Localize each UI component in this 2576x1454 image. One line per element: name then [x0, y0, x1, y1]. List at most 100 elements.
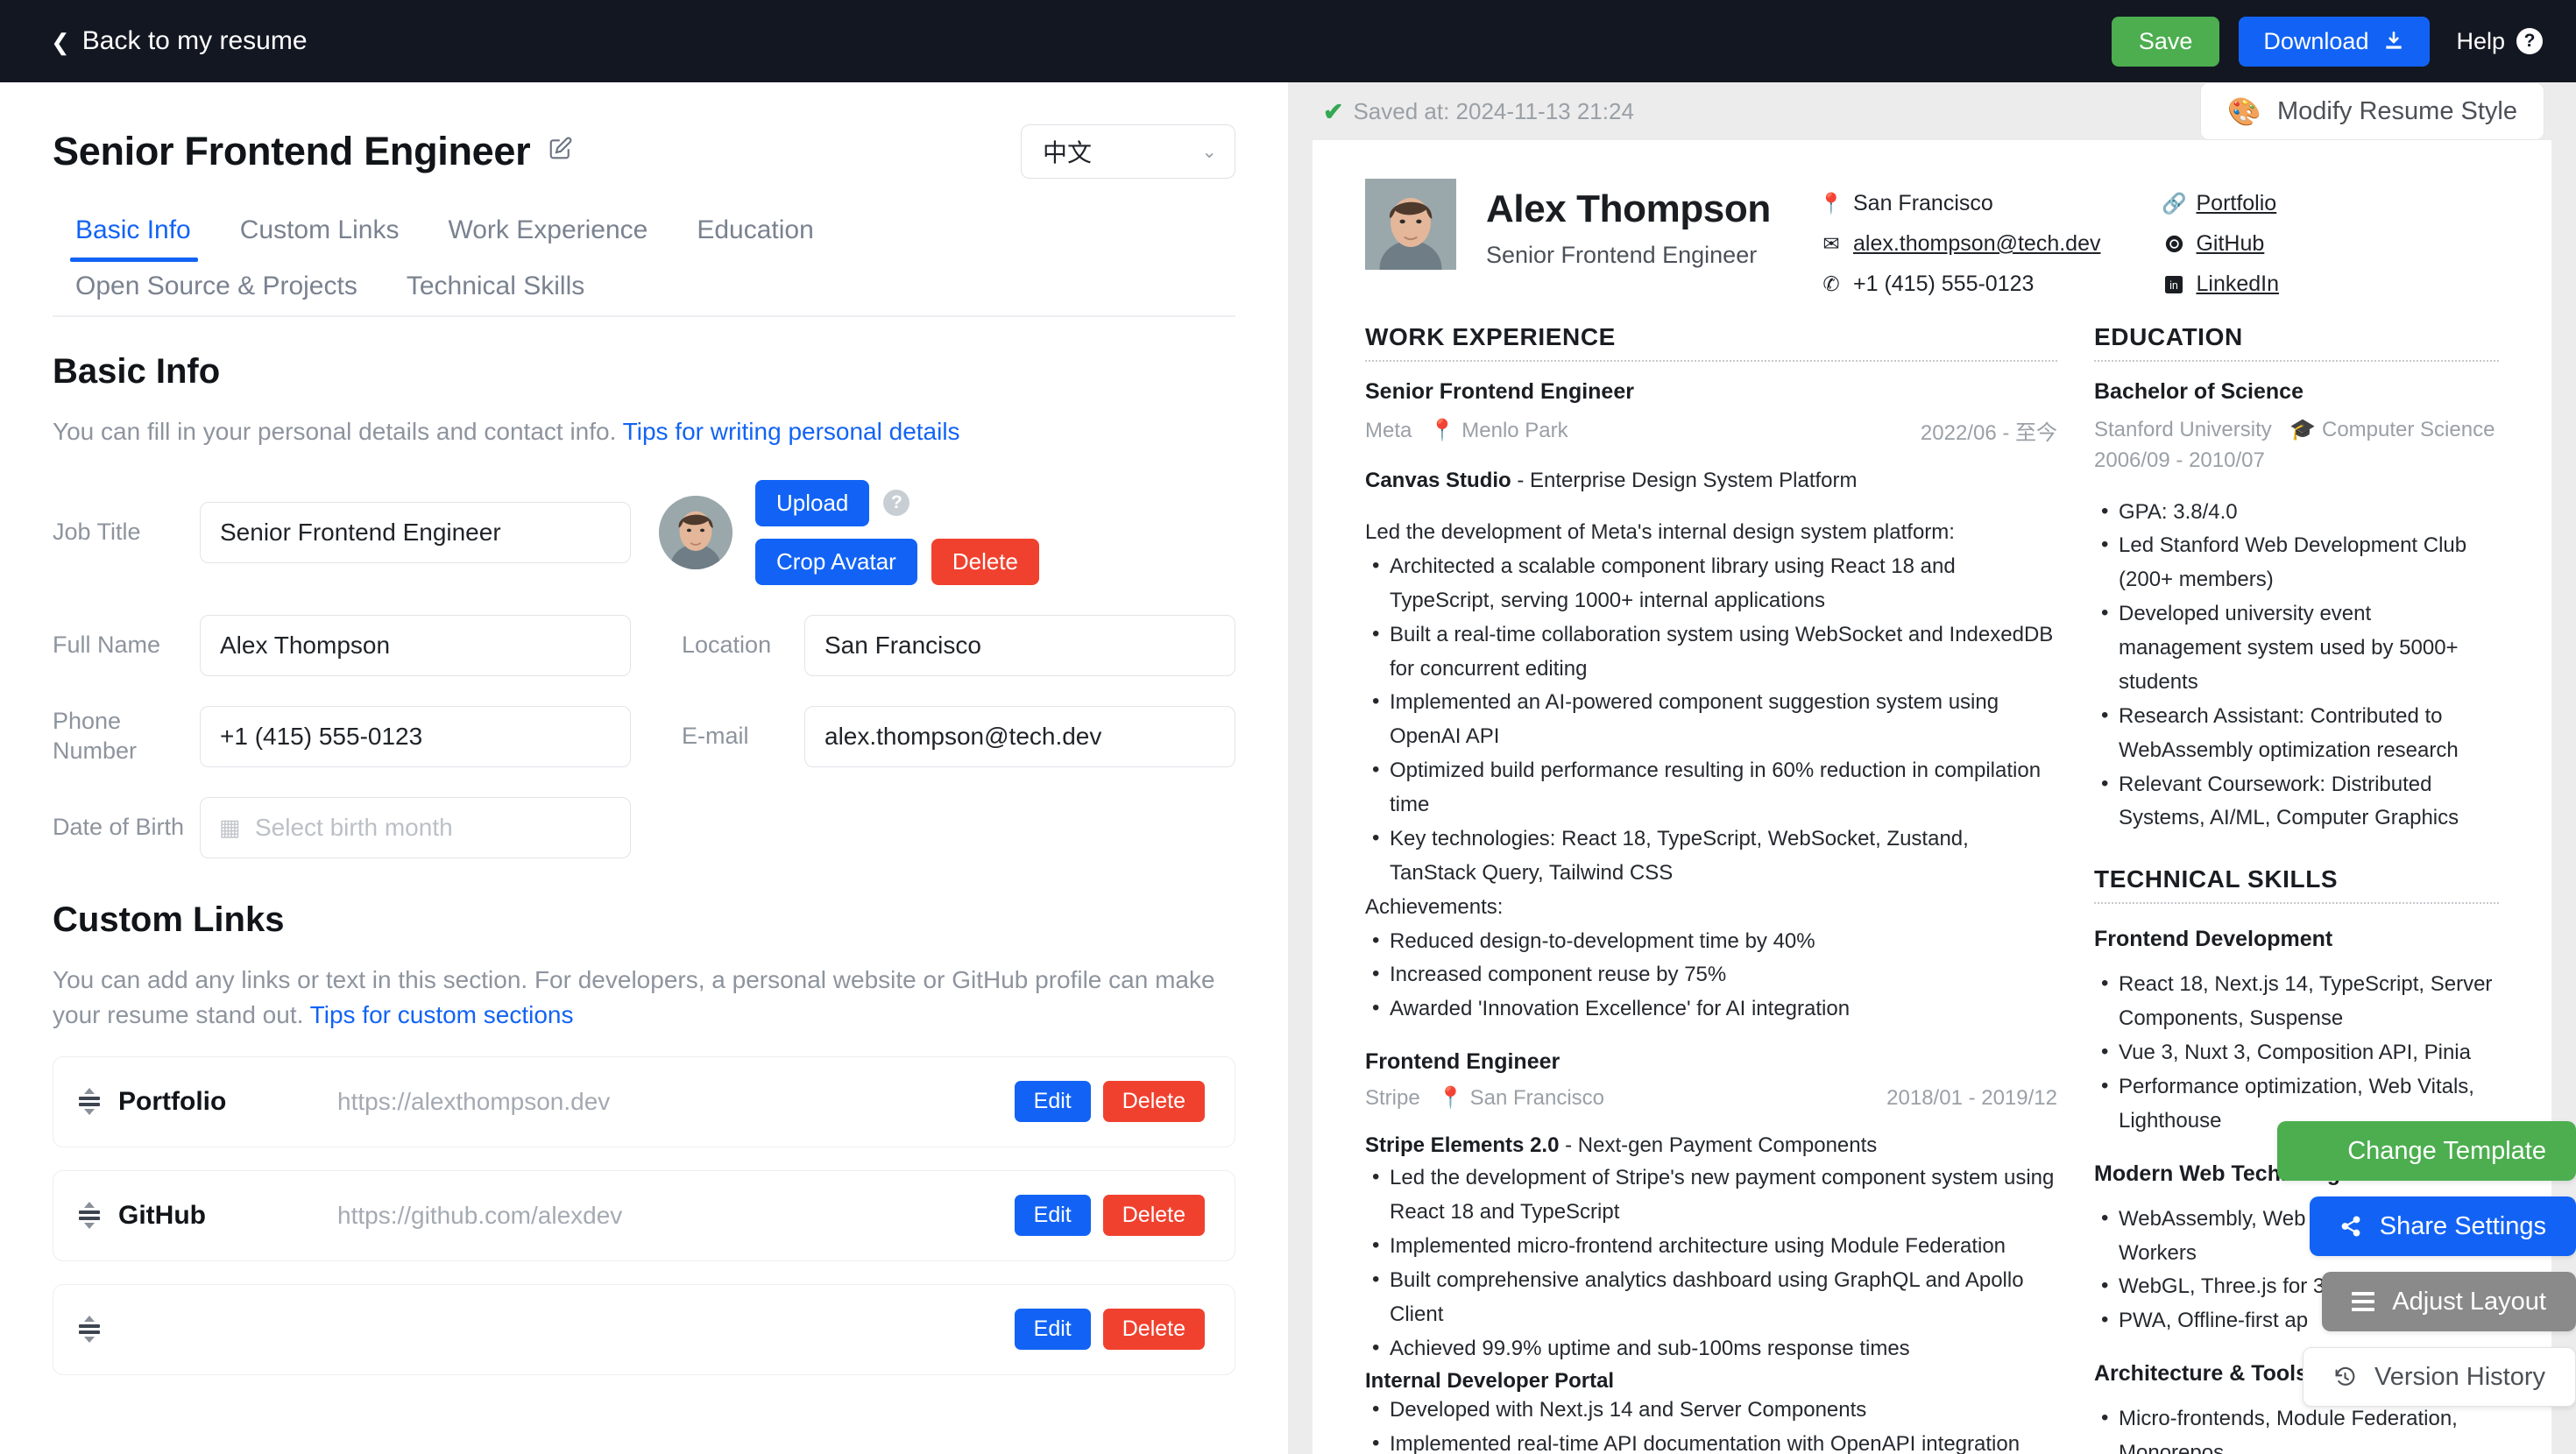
list-item[interactable]: Portfolio https://alexthompson.dev Edit …: [53, 1055, 1235, 1147]
linkedin-icon: in: [2163, 275, 2184, 293]
download-icon: [2386, 31, 2403, 49]
education-dates: 2006/09 - 2010/07: [2094, 448, 2265, 472]
resume-left-column: WORK EXPERIENCE Senior Frontend Engineer…: [1365, 323, 2057, 1454]
resume-header: Alex Thompson Senior Frontend Engineer 📍…: [1365, 179, 2499, 297]
contact-linkedin-text[interactable]: LinkedIn: [2196, 272, 2279, 297]
job-project-desc: Enterprise Design System Platform: [1530, 469, 1858, 492]
job-sub-bullets: Developed with Next.js 14 and Server Com…: [1365, 1393, 2057, 1454]
editor-tabs: Basic Info Custom Links Work Experience …: [53, 208, 1235, 317]
drag-handle-icon[interactable]: [76, 1202, 103, 1230]
contact-location: 📍 San Francisco: [1819, 191, 2100, 216]
resume-identity: Alex Thompson Senior Frontend Engineer: [1486, 179, 1775, 269]
education-heading: EDUCATION: [2094, 323, 2499, 362]
language-select[interactable]: 中文 ⌄: [1021, 124, 1235, 179]
contact-github[interactable]: GitHub: [2163, 231, 2279, 257]
contact-email-text[interactable]: alex.thompson@tech.dev: [1853, 231, 2100, 257]
map-pin-icon: 📍: [1429, 419, 1456, 442]
edit-pencil-icon[interactable]: [548, 135, 574, 168]
full-name-input[interactable]: [200, 614, 631, 676]
tab-custom-links[interactable]: Custom Links: [216, 208, 424, 259]
list-item: Reduced design-to-development time by 40…: [1365, 924, 2057, 959]
contact-github-text[interactable]: GitHub: [2196, 231, 2264, 257]
avatar-block: Upload ? Crop Avatar Delete: [659, 479, 1039, 585]
adjust-layout-button[interactable]: Adjust Layout: [2322, 1272, 2576, 1331]
contact-portfolio[interactable]: 🔗 Portfolio: [2162, 191, 2279, 216]
delete-link-button[interactable]: Delete: [1102, 1309, 1205, 1351]
delete-link-button[interactable]: Delete: [1102, 1081, 1205, 1123]
main-split: Senior Frontend Engineer 中文 ⌄ Basic Info…: [0, 82, 2576, 1454]
list-item: Led the development of Stripe's new paym…: [1365, 1161, 2057, 1230]
help-label: Help: [2456, 27, 2505, 54]
tab-work-experience[interactable]: Work Experience: [423, 208, 672, 259]
location-input[interactable]: [804, 614, 1235, 676]
delete-avatar-button[interactable]: Delete: [931, 538, 1039, 585]
floating-action-buttons: Change Template Share Settings Adjust La…: [2277, 1121, 2576, 1407]
list-item: Implemented micro-frontend architecture …: [1365, 1229, 2057, 1264]
back-to-resume-link[interactable]: ❮ Back to my resume: [51, 26, 308, 56]
upload-button[interactable]: Upload: [755, 479, 870, 526]
avatar-photo: [1365, 179, 1456, 270]
save-button[interactable]: Save: [2111, 16, 2220, 67]
version-history-label: Version History: [2374, 1362, 2545, 1391]
custom-links-tips-link[interactable]: Tips for custom sections: [310, 1001, 574, 1028]
share-settings-button[interactable]: Share Settings: [2309, 1196, 2576, 1256]
drag-handle-icon[interactable]: [76, 1088, 103, 1116]
resume-contacts: 📍 San Francisco ✉ alex.thompson@tech.dev…: [1819, 179, 2279, 297]
delete-link-button[interactable]: Delete: [1102, 1195, 1205, 1237]
job-project-name: Stripe Elements 2.0: [1365, 1133, 1560, 1158]
contact-portfolio-text[interactable]: Portfolio: [2196, 191, 2276, 216]
tab-row-secondary: Open Source & Projects Technical Skills: [53, 265, 1235, 315]
job-project-name: Canvas Studio: [1365, 469, 1511, 492]
job-sub-bullets: Reduced design-to-development time by 40…: [1365, 924, 2057, 1027]
date-of-birth-input[interactable]: [200, 796, 631, 858]
saved-status-label: Saved at: 2024-11-13 21:24: [1353, 97, 1634, 124]
education-meta: Stanford University 🎓 Computer Science 2…: [2094, 415, 2499, 476]
page-title: Senior Frontend Engineer: [53, 129, 531, 173]
tab-education[interactable]: Education: [672, 208, 838, 259]
github-icon: [2163, 235, 2184, 253]
list-item: Research Assistant: Contributed to WebAs…: [2094, 699, 2499, 768]
link-actions: Edit Delete: [1014, 1081, 1205, 1123]
location-label: Location: [682, 632, 772, 659]
edit-link-button[interactable]: Edit: [1014, 1195, 1091, 1237]
drag-handle-icon[interactable]: [76, 1316, 103, 1344]
download-button[interactable]: Download: [2239, 16, 2431, 67]
phone-input[interactable]: [200, 705, 631, 767]
technical-skills-heading: TECHNICAL SKILLS: [2094, 865, 2499, 905]
list-item[interactable]: Edit Delete: [53, 1283, 1235, 1375]
job-title-input[interactable]: [200, 501, 631, 563]
contact-column-left: 📍 San Francisco ✉ alex.thompson@tech.dev…: [1819, 191, 2101, 297]
link-url: https://alexthompson.dev: [337, 1087, 611, 1115]
preview-toolbar: ✔ Saved at: 2024-11-13 21:24 🎨 Modify Re…: [1313, 82, 2551, 140]
list-item[interactable]: GitHub https://github.com/alexdev Edit D…: [53, 1169, 1235, 1261]
modify-resume-style-button[interactable]: 🎨 Modify Resume Style: [2200, 82, 2544, 140]
job-intro: Led the development of Meta's internal d…: [1365, 520, 1955, 544]
tab-basic-info[interactable]: Basic Info: [53, 208, 216, 262]
crop-avatar-button[interactable]: Crop Avatar: [755, 538, 917, 585]
question-circle-icon[interactable]: ?: [883, 490, 910, 517]
phone-label: Phone Number: [53, 707, 138, 764]
email-input[interactable]: [804, 705, 1235, 767]
basic-info-tips-link[interactable]: Tips for writing personal details: [623, 418, 960, 445]
link-actions: Edit Delete: [1014, 1309, 1205, 1351]
list-item: React 18, Next.js 14, TypeScript, Server…: [2094, 967, 2499, 1036]
link-name: GitHub: [118, 1200, 206, 1230]
avatar[interactable]: [659, 495, 732, 569]
edit-link-button[interactable]: Edit: [1014, 1081, 1091, 1123]
avatar-buttons: Upload ? Crop Avatar Delete: [755, 479, 1039, 585]
graduation-cap-icon: 🎓: [2289, 418, 2317, 441]
help-link[interactable]: Help ?: [2456, 28, 2543, 55]
change-template-button[interactable]: Change Template: [2277, 1121, 2576, 1181]
link-icon: 🔗: [2162, 192, 2187, 215]
edit-link-button[interactable]: Edit: [1014, 1309, 1091, 1351]
version-history-button[interactable]: Version History: [2302, 1347, 2576, 1407]
education-school: Stanford University: [2094, 418, 2272, 441]
hamburger-icon: [2352, 1292, 2375, 1311]
job-title-row: Job Title Upload: [53, 479, 1235, 585]
contact-linkedin[interactable]: in LinkedIn: [2163, 272, 2279, 297]
tab-open-source-projects[interactable]: Open Source & Projects: [53, 265, 382, 315]
tab-technical-skills[interactable]: Technical Skills: [382, 265, 609, 315]
list-item: Relevant Coursework: Distributed Systems…: [2094, 767, 2499, 836]
list-item: Increased component reuse by 75%: [1365, 957, 2057, 992]
contact-email[interactable]: ✉ alex.thompson@tech.dev: [1821, 231, 2100, 257]
